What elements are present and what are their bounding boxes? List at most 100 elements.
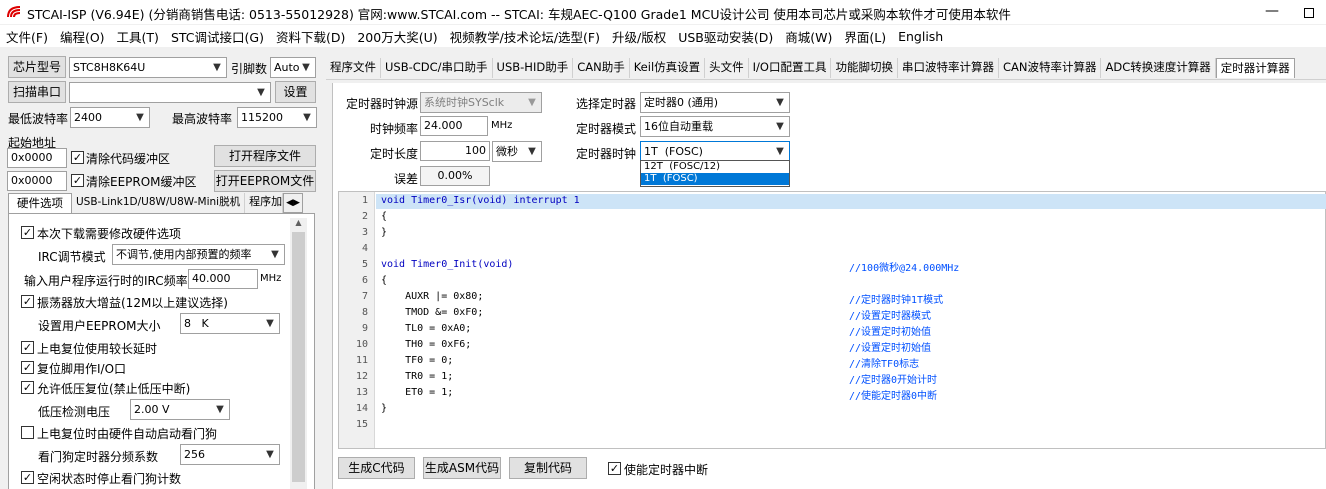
clk-freq-label: 时钟频率	[370, 122, 419, 136]
clear-code-checkbox[interactable]: ✓	[71, 151, 84, 164]
hardware-options-scrollbar[interactable]: ▲	[290, 218, 307, 489]
tab-keil-sim[interactable]: Keil仿真设置	[629, 58, 706, 78]
chip-model-button[interactable]: 芯片型号	[8, 56, 66, 78]
wdt-div-select[interactable]: 256 ▼	[180, 444, 280, 465]
irc-freq-input[interactable]: 40.000	[188, 269, 258, 289]
code-comment: //设置定时初始值	[849, 343, 932, 354]
start-address-input-1[interactable]: 0x0000	[7, 148, 67, 168]
line-number: 1	[361, 195, 368, 206]
code-text: }	[381, 403, 388, 414]
osc-gain-checkbox[interactable]: ✓	[21, 295, 34, 308]
reset-pin-io-checkbox[interactable]: ✓	[21, 361, 34, 374]
line-number: 5	[361, 259, 368, 270]
chevron-down-icon: ▼	[136, 112, 144, 123]
generate-asm-button[interactable]: 生成ASM代码	[423, 457, 501, 479]
chevron-down-icon: ▼	[776, 146, 784, 157]
menu-usb-driver[interactable]: USB驱动安装(D)	[672, 27, 779, 46]
irc-mode-select[interactable]: 不调节,使用内部预置的频率 ▼	[112, 244, 285, 265]
start-address-input-2[interactable]: 0x0000	[7, 171, 67, 191]
select-timer-select[interactable]: 定时器0 (通用) ▼	[640, 92, 790, 113]
code-line: AUXR |= 0x80;	[381, 291, 483, 302]
max-baud-select[interactable]: 115200 ▼	[237, 107, 317, 128]
maximize-button[interactable]	[1292, 0, 1326, 24]
tab-timer-calc[interactable]: 定时器计算器	[1215, 58, 1295, 78]
code-comment: //100微秒@24.000MHz	[849, 263, 960, 274]
menu-downloads[interactable]: 资料下载(D)	[270, 27, 351, 46]
timer-clock-option-1t[interactable]: 1T (FOSC)	[641, 173, 789, 185]
tab-can-baud[interactable]: CAN波特率计算器	[998, 58, 1102, 78]
menu-program[interactable]: 编程(O)	[54, 27, 111, 46]
tab-program-file[interactable]: 程序文件	[326, 58, 381, 78]
open-program-button[interactable]: 打开程序文件	[214, 145, 316, 167]
timer-mode-select[interactable]: 16位自动重载 ▼	[640, 116, 790, 137]
tab-pin-switch[interactable]: 功能脚切换	[831, 58, 898, 78]
menu-file[interactable]: 文件(F)	[0, 27, 54, 46]
chevron-down-icon: ▼	[776, 97, 784, 108]
tab-program-add[interactable]: 程序加	[245, 193, 284, 213]
line-number: 7	[361, 291, 368, 302]
menu-prize[interactable]: 200万大奖(U)	[351, 27, 443, 46]
idle-wdt-stop-checkbox[interactable]: ✓	[21, 471, 34, 484]
line-number: 3	[361, 227, 368, 238]
window-title: STCAI-ISP (V6.94E) (分销商销售电话: 0513-550129…	[27, 7, 1011, 22]
tab-hardware-options[interactable]: 硬件选项	[8, 193, 72, 213]
chevron-down-icon: ▼	[266, 318, 274, 329]
menu-video[interactable]: 视频教学/技术论坛/选型(F)	[444, 27, 606, 46]
code-text: TMOD &= 0xF0;	[381, 307, 484, 318]
select-timer-label: 选择定时器	[576, 97, 637, 111]
length-unit-select[interactable]: 微秒 ▼	[492, 141, 542, 162]
menu-debug[interactable]: STC调试接口(G)	[165, 27, 270, 46]
timer-clock-option-12t[interactable]: 12T (FOSC/12)	[641, 161, 789, 173]
tab-usb-hid[interactable]: USB-HID助手	[492, 58, 574, 78]
clk-source-value: 系统时钟SYSclk	[424, 96, 505, 109]
clk-freq-unit: MHz	[491, 120, 513, 131]
reset-pin-io-label: 复位脚用作I/O口	[37, 362, 127, 376]
min-baud-select[interactable]: 2400 ▼	[70, 107, 150, 128]
length-label: 定时长度	[370, 147, 419, 161]
length-input[interactable]: 100	[420, 141, 490, 161]
code-editor[interactable]: 1 2 3 4 5 6 7 8 9 10 11 12 13 14 15 void Timer0_Isr(vo…	[338, 191, 1326, 449]
copy-code-button[interactable]: 复制代码	[509, 457, 587, 479]
modify-hw-checkbox[interactable]: ✓	[21, 226, 34, 239]
line-number: 10	[355, 339, 368, 350]
tab-adc-speed[interactable]: ADC转换速度计算器	[1101, 58, 1216, 78]
por-delay-checkbox[interactable]: ✓	[21, 341, 34, 354]
menu-english[interactable]: English	[892, 29, 949, 44]
scan-port-button[interactable]: 扫描串口	[8, 81, 66, 103]
code-line: {	[381, 275, 387, 286]
scrollbar-thumb[interactable]	[292, 232, 305, 482]
menu-upgrade[interactable]: 升级/版权	[606, 27, 672, 46]
minimize-button[interactable]: —	[1252, 0, 1292, 24]
tab-scroll-arrows[interactable]: ◀▶	[283, 193, 303, 213]
enable-interrupt-checkbox[interactable]: ✓	[608, 462, 621, 475]
code-line: }	[381, 403, 387, 414]
timer-clock-select[interactable]: 1T (FOSC) ▼	[640, 141, 790, 162]
tab-uart-baud[interactable]: 串口波特率计算器	[897, 58, 999, 78]
tab-can-helper[interactable]: CAN助手	[573, 58, 630, 78]
clk-freq-input[interactable]: 24.000	[420, 116, 488, 136]
pin-count-select[interactable]: Auto ▼	[270, 57, 316, 78]
tab-usb-cdc[interactable]: USB-CDC/串口助手	[381, 58, 493, 78]
port-select[interactable]: ▼	[69, 82, 271, 103]
eeprom-size-select[interactable]: 8 K ▼	[180, 313, 280, 334]
settings-button[interactable]: 设置	[275, 81, 316, 103]
scroll-up-icon[interactable]: ▲	[290, 218, 307, 232]
clear-eeprom-checkbox[interactable]: ✓	[71, 174, 84, 187]
lv-detect-select[interactable]: 2.00 V ▼	[130, 399, 230, 420]
generate-c-button[interactable]: 生成C代码	[338, 457, 415, 479]
code-line: TL0 = 0xA0;	[381, 323, 471, 334]
open-eeprom-button[interactable]: 打开EEPROM文件	[214, 170, 316, 192]
chevron-down-icon: ▼	[528, 97, 536, 108]
menu-interface[interactable]: 界面(L)	[838, 27, 892, 46]
tab-usb-link[interactable]: USB-Link1D/U8W/U8W-Mini脱机	[72, 193, 246, 213]
lvr-checkbox[interactable]: ✓	[21, 381, 34, 394]
max-baud-value: 115200	[241, 111, 283, 124]
chip-model-select[interactable]: STC8H8K64U ▼	[69, 57, 227, 78]
menu-tools[interactable]: 工具(T)	[111, 27, 165, 46]
code-line: TMOD &= 0xF0;	[381, 307, 483, 318]
tab-header-file[interactable]: 头文件	[705, 58, 749, 78]
tab-io-config[interactable]: I/O口配置工具	[748, 58, 832, 78]
code-text: void Timer0_Isr(void) interrupt 1	[381, 195, 580, 206]
menu-shop[interactable]: 商城(W)	[779, 27, 838, 46]
wdt-auto-checkbox[interactable]	[21, 426, 34, 439]
